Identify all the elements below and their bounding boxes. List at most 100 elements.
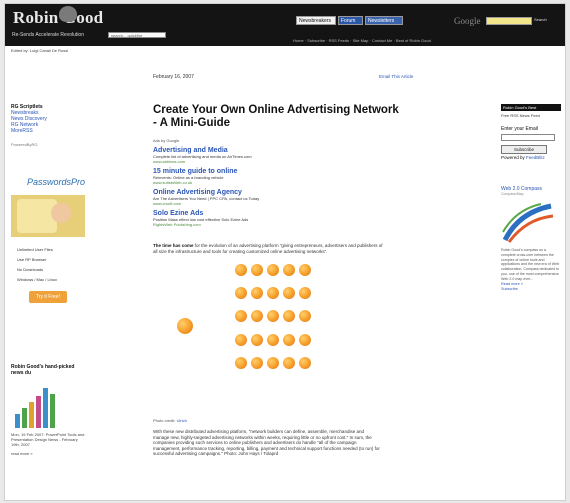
bar (22, 408, 27, 428)
photo-credit-label: Photo credit: (153, 418, 176, 423)
orange-dot (267, 287, 279, 300)
compass-map-image[interactable] (501, 200, 555, 244)
web20-box: Web 2.0 Compass Compass/Map Robin Good's… (501, 186, 561, 292)
logo-text: Robin Good (13, 8, 104, 27)
orange-dot (235, 356, 247, 369)
web20-subscribe-link[interactable]: Subscribe (501, 287, 561, 292)
powered-label: Powered by (501, 155, 525, 160)
header-nav-links[interactable]: Home · Subscribe · RSS Feeds · Site Map … (293, 38, 431, 43)
email-article-link[interactable]: Email This Article (379, 74, 413, 79)
web20-subtitle: Compass/Map (501, 192, 524, 196)
try-free-button[interactable]: Try it Free! (29, 291, 67, 303)
orange-dot (251, 287, 263, 300)
single-orange (177, 318, 193, 334)
subscribe-button[interactable]: Subscribe (501, 145, 547, 154)
browser-page: Robin Good Re-Sends Accelerate Revolutio… (4, 3, 566, 501)
forum-button[interactable]: Forum (338, 16, 363, 25)
intro-lead: The time has come (153, 243, 194, 248)
ad-headline[interactable]: Solo Ezine Ads (153, 210, 443, 217)
ad-feature-list: Unlimited User Files Use RP Browser No D… (11, 245, 85, 285)
bar-graphic (11, 382, 85, 428)
ad-feature: No Downloads (17, 267, 44, 272)
orange-dot (251, 264, 263, 276)
site-logo[interactable]: Robin Good (13, 6, 133, 32)
orange-dot (235, 310, 247, 323)
orange-dot (283, 356, 295, 369)
header-search-input[interactable]: search... quickfire (108, 32, 166, 38)
subscribe-header: Robin Good's Best (501, 104, 561, 111)
orange-dot (251, 310, 263, 323)
rg-news-text: Mon, 19 Feb 2007: PowerPoint Tools and P… (11, 432, 85, 447)
photo-credit-link[interactable]: Ulrich (177, 418, 187, 423)
orange-dot (267, 310, 279, 323)
orange-dot (267, 333, 279, 346)
orange-dot (283, 310, 295, 323)
orange-dot (235, 264, 247, 276)
right-sidebar: Robin Good's Best Free RSS News Feed Ent… (501, 104, 561, 160)
ad-person-image (51, 203, 71, 223)
ad-feature: Unlimited User Files (17, 247, 53, 252)
orange-dot (299, 264, 311, 276)
article-paragraph: With these new distributed advertising p… (153, 429, 380, 456)
bar (29, 402, 34, 428)
powered-by: Powered by FeedBlitz (501, 155, 561, 160)
ad-headline[interactable]: Online Advertising Agency (153, 189, 443, 196)
orange-dot (299, 310, 311, 323)
powered-note: PoweredByRG (11, 142, 38, 147)
orange-dot (235, 333, 247, 346)
rg-news-more-link[interactable]: read more » (11, 451, 85, 456)
bar (50, 394, 55, 428)
bar (43, 388, 48, 428)
sidebar-link[interactable]: MoreRSS (11, 128, 91, 134)
main-article: February 16, 2007 Email This Article Cre… (153, 74, 443, 457)
google-search-button[interactable]: Search (534, 17, 547, 22)
bar (15, 414, 20, 428)
rss-feed-label[interactable]: Free RSS News Feed (501, 113, 561, 118)
orange-dot (251, 356, 263, 369)
orange-dot (251, 333, 263, 346)
orange-dot (267, 264, 279, 276)
ad-url[interactable]: www.airtimes.com (153, 159, 443, 164)
google-logo: Google (454, 16, 481, 26)
ad-illustration (11, 195, 85, 237)
editor-line: Edited by: Luigi Canali De Rossi (11, 48, 69, 53)
orange-dot (283, 264, 295, 276)
ad-headline[interactable]: 15 minute guide to online (153, 168, 443, 175)
article-title: Create Your Own Online Advertising Netwo… (153, 104, 399, 129)
ad-headline[interactable]: Advertising and Media (153, 147, 443, 154)
google-search-input[interactable] (486, 17, 532, 25)
ad-feature: Use RP Browser (17, 257, 47, 262)
rg-news-box: Robin Good's hand-picked news du Mon, 19… (11, 364, 85, 456)
google-ad[interactable]: Advertising and Media Complete list of a… (153, 147, 443, 227)
web20-text: Robin Good's compass on a complete cross… (501, 248, 560, 281)
orange-dot (299, 333, 311, 346)
passwords-ad[interactable]: PasswordsPro Unlimited User Files Use RP… (11, 174, 85, 344)
email-label: Enter your Email (501, 126, 538, 132)
email-input[interactable] (501, 134, 555, 141)
ad-title: PasswordsPro (26, 177, 85, 187)
newsbreakers-button[interactable]: Newsbreakers (296, 16, 336, 25)
orange-dot (267, 356, 279, 369)
feedblitz-link[interactable]: FeedBlitz (526, 155, 545, 160)
ad-url[interactable]: www.crsoft.com (153, 201, 443, 206)
orange-dot (283, 287, 295, 300)
orange-dot (299, 287, 311, 300)
photo-credit: Photo credit: Ulrich (153, 418, 443, 423)
dog-icon (59, 6, 77, 22)
ad-feature: Windows / Mac / Linux (17, 277, 58, 282)
site-header: Robin Good Re-Sends Accelerate Revolutio… (5, 4, 565, 46)
orange-dot (235, 287, 247, 300)
article-image-oranges (153, 262, 443, 412)
newsletters-button[interactable]: Newsletters (365, 16, 403, 25)
ad-url[interactable]: www.suitsbelleb.co.uk (153, 180, 443, 185)
compass-swirl-icon (502, 203, 554, 243)
orange-dot (283, 333, 295, 346)
site-tagline: Re-Sends Accelerate Revolution (12, 32, 84, 38)
left-sidebar: RG Scriptlets Newsbreaks News Discovery … (11, 104, 91, 147)
rg-news-title: Robin Good's hand-picked news du (11, 364, 75, 376)
orange-dot (299, 356, 311, 369)
bar (36, 396, 41, 428)
ads-by-google-label: Ads by Google (153, 138, 180, 143)
article-intro: The time has come for the evolution of a… (153, 243, 383, 254)
ad-url[interactable]: RightsWeb Publishing.com (153, 222, 443, 227)
